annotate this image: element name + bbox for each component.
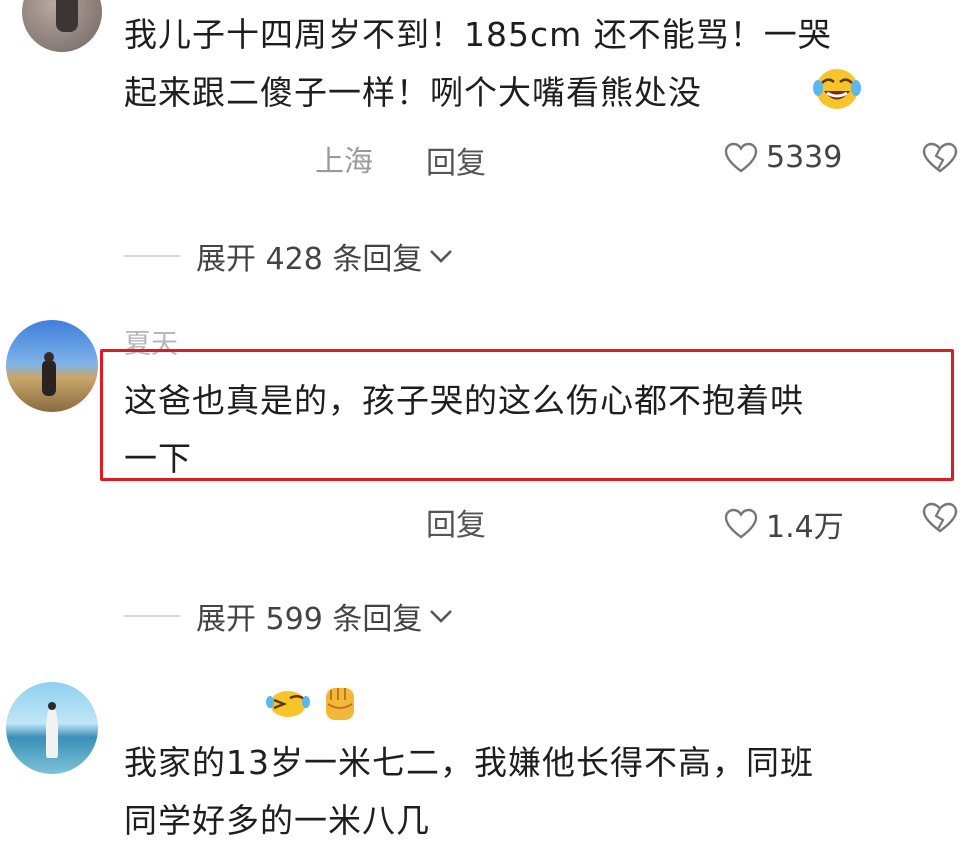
like-count: 5339: [766, 140, 843, 175]
comment-text-line: 这爸也真是的，孩子哭的这么伤心都不抱着哄: [124, 381, 804, 420]
divider: [124, 615, 180, 617]
raised-fist-emoji: [326, 688, 354, 720]
heart-outline-icon: [724, 508, 758, 539]
reply-button[interactable]: 回复: [426, 500, 486, 544]
divider: [124, 255, 180, 257]
laughing-tears-emoji: [813, 69, 861, 109]
location-label: 上海: [315, 144, 374, 178]
broken-heart-icon[interactable]: [922, 142, 958, 174]
reply-button[interactable]: 回复: [426, 138, 486, 182]
chevron-down-icon: [430, 610, 453, 623]
avatar[interactable]: [6, 320, 98, 412]
like-button[interactable]: 1.4万: [724, 502, 844, 546]
heart-outline-icon: [724, 142, 758, 172]
like-count: 1.4万: [766, 510, 844, 545]
avatar[interactable]: [6, 682, 98, 774]
comment-text-line: 起来跟二傻子一样！咧个大嘴看熊处没: [124, 73, 702, 112]
comment-text-line: 我儿子十四周岁不到！185cm 还不能骂！一哭: [124, 15, 832, 54]
comment-text-line: 同学好多的一米八几: [124, 801, 430, 840]
comment-text: 我儿子十四周岁不到！185cm 还不能骂！一哭 起来跟二傻子一样！咧个大嘴看熊处…: [124, 6, 832, 122]
comment-text-line: 一下: [124, 439, 192, 478]
like-button[interactable]: 5339: [724, 140, 842, 175]
comment-text: 我家的13岁一米七二，我嫌他长得不高，同班 同学好多的一米八几: [124, 734, 814, 850]
chevron-down-icon: [430, 250, 453, 263]
expand-replies-button[interactable]: 展开 428 条回复: [124, 234, 454, 278]
comment-text: 这爸也真是的，孩子哭的这么伤心都不抱着哄 一下: [124, 372, 804, 488]
expand-replies-button[interactable]: 展开 599 条回复: [124, 594, 454, 638]
expand-replies-label: 展开 428 条回复: [196, 242, 423, 277]
laughing-tears-emoji: [266, 691, 310, 717]
expand-replies-label: 展开 599 条回复: [196, 602, 423, 637]
broken-heart-icon[interactable]: [922, 502, 958, 534]
comment-text-line: 我家的13岁一米七二，我嫌他长得不高，同班: [124, 743, 814, 782]
avatar[interactable]: [22, 0, 102, 52]
